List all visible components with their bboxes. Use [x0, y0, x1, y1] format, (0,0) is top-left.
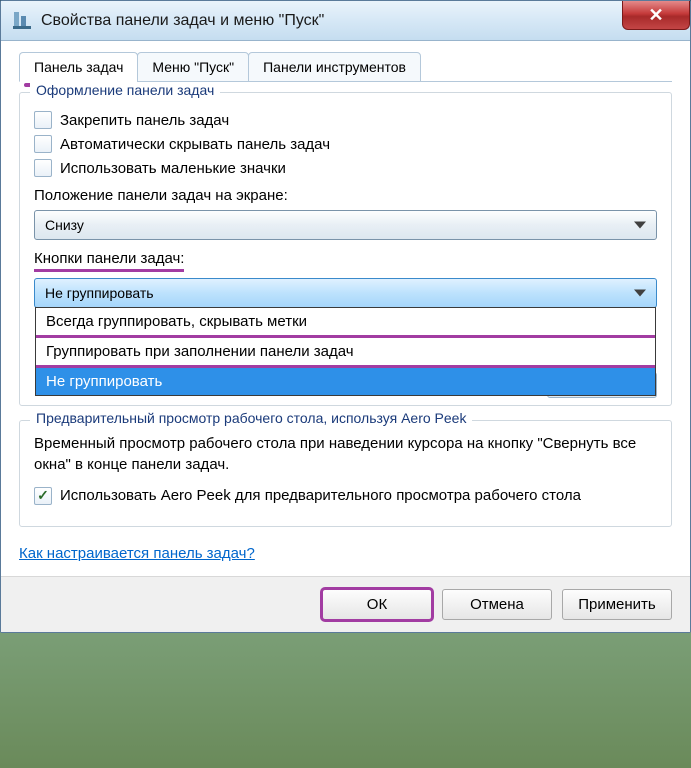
tab-startmenu-label: Меню "Пуск": [152, 59, 234, 75]
dropdown-position[interactable]: Снизу: [34, 210, 657, 240]
dropdown-position-value: Снизу: [45, 217, 84, 233]
preview-description: Временный просмотр рабочего стола при на…: [34, 433, 657, 475]
chevron-down-icon: [634, 290, 646, 297]
label-position: Положение панели задач на экране:: [34, 187, 657, 204]
group-preview-legend: Предварительный просмотр рабочего стола,…: [30, 410, 472, 426]
dropdown-option-never[interactable]: Не группировать: [36, 368, 655, 395]
dialog-body: Панель задач Меню "Пуск" Панели инструме…: [1, 41, 690, 576]
checkbox-usepeek[interactable]: [34, 487, 52, 505]
label-autohide: Автоматически скрывать панель задач: [60, 136, 330, 153]
app-icon: [11, 10, 33, 32]
dialog-footer: ОК Отмена Применить: [1, 576, 690, 632]
checkbox-smallicons[interactable]: [34, 159, 52, 177]
apply-button[interactable]: Применить: [562, 589, 672, 620]
help-link[interactable]: Как настраивается панель задач?: [19, 545, 255, 562]
window-title: Свойства панели задач и меню "Пуск": [41, 12, 324, 30]
chevron-down-icon: [634, 222, 646, 229]
dialog: Свойства панели задач и меню "Пуск" ✕ Па…: [0, 0, 691, 633]
dropdown-buttons-list: Всегда группировать, скрывать метки Груп…: [35, 307, 656, 396]
tab-taskbar[interactable]: Панель задач: [19, 52, 138, 82]
close-icon: ✕: [648, 6, 663, 24]
checkbox-lock[interactable]: [34, 111, 52, 129]
row-lock: Закрепить панель задач: [34, 111, 657, 129]
group-appearance: Оформление панели задач Закрепить панель…: [19, 92, 672, 406]
checkbox-autohide[interactable]: [34, 135, 52, 153]
cancel-button[interactable]: Отмена: [442, 589, 552, 620]
close-button[interactable]: ✕: [622, 1, 690, 30]
label-lock: Закрепить панель задач: [60, 112, 229, 129]
group-appearance-legend: Оформление панели задач: [30, 82, 220, 98]
group-preview: Предварительный просмотр рабочего стола,…: [19, 420, 672, 527]
dropdown-option-whenfull[interactable]: Группировать при заполнении панели задач: [36, 338, 655, 368]
tab-taskbar-label: Панель задач: [34, 59, 123, 75]
row-autohide: Автоматически скрывать панель задач: [34, 135, 657, 153]
dropdown-option-always[interactable]: Всегда группировать, скрывать метки: [36, 308, 655, 338]
label-usepeek: Использовать Aero Peek для предварительн…: [60, 485, 581, 506]
dropdown-buttons-value: Не группировать: [45, 285, 154, 301]
tab-toolbars-label: Панели инструментов: [263, 59, 406, 75]
tab-strip: Панель задач Меню "Пуск" Панели инструме…: [19, 51, 672, 82]
label-smallicons: Использовать маленькие значки: [60, 160, 286, 177]
tab-toolbars[interactable]: Панели инструментов: [248, 52, 421, 82]
row-smallicons: Использовать маленькие значки: [34, 159, 657, 177]
label-buttons: Кнопки панели задач:: [34, 250, 657, 272]
dropdown-buttons[interactable]: Не группировать Всегда группировать, скр…: [34, 278, 657, 308]
titlebar: Свойства панели задач и меню "Пуск" ✕: [1, 1, 690, 41]
ok-button[interactable]: ОК: [322, 589, 432, 620]
row-usepeek: Использовать Aero Peek для предварительн…: [34, 485, 657, 506]
tab-startmenu[interactable]: Меню "Пуск": [137, 52, 249, 82]
